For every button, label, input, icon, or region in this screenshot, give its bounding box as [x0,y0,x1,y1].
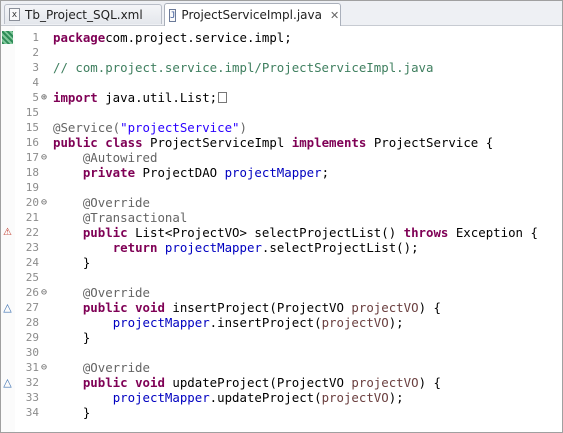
code-text: @Transactional [82,210,188,225]
code-text: return projectMapper.selectProjectList()… [112,240,419,255]
editor-tab-bar: x Tb_Project_SQL.xml J ProjectServiceImp… [1,1,562,26]
override-icon[interactable]: △ [2,301,13,314]
code-line[interactable]: 25 [1,270,562,285]
code-line[interactable]: 5 ⊕ import java.util.List; [1,90,562,105]
code-editor[interactable]: 1 packagecom.project.service.impl; 2 3// co… [1,26,562,432]
code-text: private ProjectDAO projectMapper; [82,165,330,180]
code-text: packagecom.project.service.impl; [53,30,292,45]
code-line[interactable]: 34 } [1,405,562,420]
line-number: 23 [25,241,39,254]
code-text: // com.project.service.impl/ProjectServi… [53,60,434,75]
code-line[interactable]: 26 ⊖ @Override [1,285,562,300]
tab-label: ProjectServiceImpl.java [181,8,322,22]
line-number: 1 [32,31,39,44]
line-number: 20 [25,196,39,209]
collapse-fold-icon[interactable]: ⊖ [39,360,49,375]
code-line[interactable]: 21 @Transactional [1,210,562,225]
code-line[interactable]: 24 } [1,255,562,270]
code-line[interactable]: 29 } [1,330,562,345]
tab-project-service-impl-java[interactable]: J ProjectServiceImpl.java ✕ [164,3,341,26]
tab-label: Tb_Project_SQL.xml [25,7,143,22]
line-number: 29 [25,331,39,344]
line-number: 31 [25,361,39,374]
close-icon[interactable]: ✕ [330,9,339,22]
code-line[interactable]: 33 projectMapper.updateProject(projectVO… [1,390,562,405]
code-line[interactable]: 3 // com.project.service.impl/ProjectServ… [1,60,562,75]
code-line[interactable]: 18 private ProjectDAO projectMapper; [1,165,562,180]
code-text: projectMapper.insertProject(projectVO); [112,315,404,330]
line-number: 22 [25,226,39,239]
line-number: 3 [32,61,39,74]
line-number: 24 [25,256,39,269]
code-text: } [53,330,91,345]
line-number: 15 [25,106,39,119]
code-line[interactable]: △ 27 public void insertProject(ProjectVO … [1,300,562,315]
code-text: @Autowired [82,150,158,165]
collapse-fold-icon[interactable]: ⊖ [39,195,49,210]
code-line[interactable]: 2 [1,45,562,60]
java-file-icon: J [169,8,177,22]
line-number: 33 [25,391,39,404]
editor-window: x Tb_Project_SQL.xml J ProjectServiceImp… [0,0,563,433]
code-text: @Override [82,195,150,210]
code-text: public List<ProjectVO> selectProjectList… [82,225,538,240]
line-number: 2 [32,46,39,59]
code-text: } [53,405,91,420]
folded-code-icon[interactable] [218,92,228,103]
line-number: 30 [25,346,39,359]
code-line[interactable]: 30 [1,345,562,360]
code-text: @Service("projectService") [53,120,247,135]
code-text: public void insertProject(ProjectVO proj… [82,300,441,315]
line-number: 15 [25,121,39,134]
code-line[interactable]: 15 [1,105,562,120]
collapse-fold-icon[interactable]: ⊖ [39,285,49,300]
collapse-fold-icon[interactable]: ⊖ [39,150,49,165]
expand-fold-icon[interactable]: ⊕ [39,90,49,105]
code-line[interactable]: ⚠ 22 public List<ProjectVO> selectProject… [1,225,562,240]
code-line[interactable]: 17 ⊖ @Autowired [1,150,562,165]
code-line[interactable]: △ 32 public void updateProject(ProjectVO … [1,375,562,390]
bookmark-icon[interactable] [2,31,13,44]
code-line[interactable]: 15 @Service("projectService") [1,120,562,135]
code-text: import java.util.List; [53,90,228,105]
code-line[interactable]: 19 [1,180,562,195]
line-number: 21 [25,211,39,224]
line-number: 19 [25,181,39,194]
line-number: 34 [25,406,39,419]
code-text: } [53,255,91,270]
code-text: public class ProjectServiceImpl implemen… [53,135,494,150]
code-text: public void updateProject(ProjectVO proj… [82,375,441,390]
line-number: 16 [25,136,39,149]
code-text: @Override [82,360,150,375]
override-icon[interactable]: △ [2,376,13,389]
line-number: 18 [25,166,39,179]
line-number: 17 [25,151,39,164]
tab-tb-project-sql-xml[interactable]: x Tb_Project_SQL.xml [4,4,162,24]
line-number: 32 [25,376,39,389]
code-line[interactable]: 20 ⊖ @Override [1,195,562,210]
code-text: @Override [82,285,150,300]
implements-icon[interactable]: ⚠ [2,226,13,239]
code-line[interactable]: 4 [1,75,562,90]
xml-file-icon: x [9,8,20,21]
code-line[interactable]: 1 packagecom.project.service.impl; [1,30,562,45]
line-number: 26 [25,286,39,299]
line-number: 25 [25,271,39,284]
line-number: 5 [32,91,39,104]
line-number: 27 [25,301,39,314]
code-line[interactable]: 23 return projectMapper.selectProjectLis… [1,240,562,255]
code-line[interactable]: 28 projectMapper.insertProject(projectVO… [1,315,562,330]
line-number: 28 [25,316,39,329]
code-line[interactable]: 16 public class ProjectServiceImpl implem… [1,135,562,150]
code-line[interactable]: 31 ⊖ @Override [1,360,562,375]
line-number: 4 [32,76,39,89]
code-text: projectMapper.updateProject(projectVO); [112,390,404,405]
